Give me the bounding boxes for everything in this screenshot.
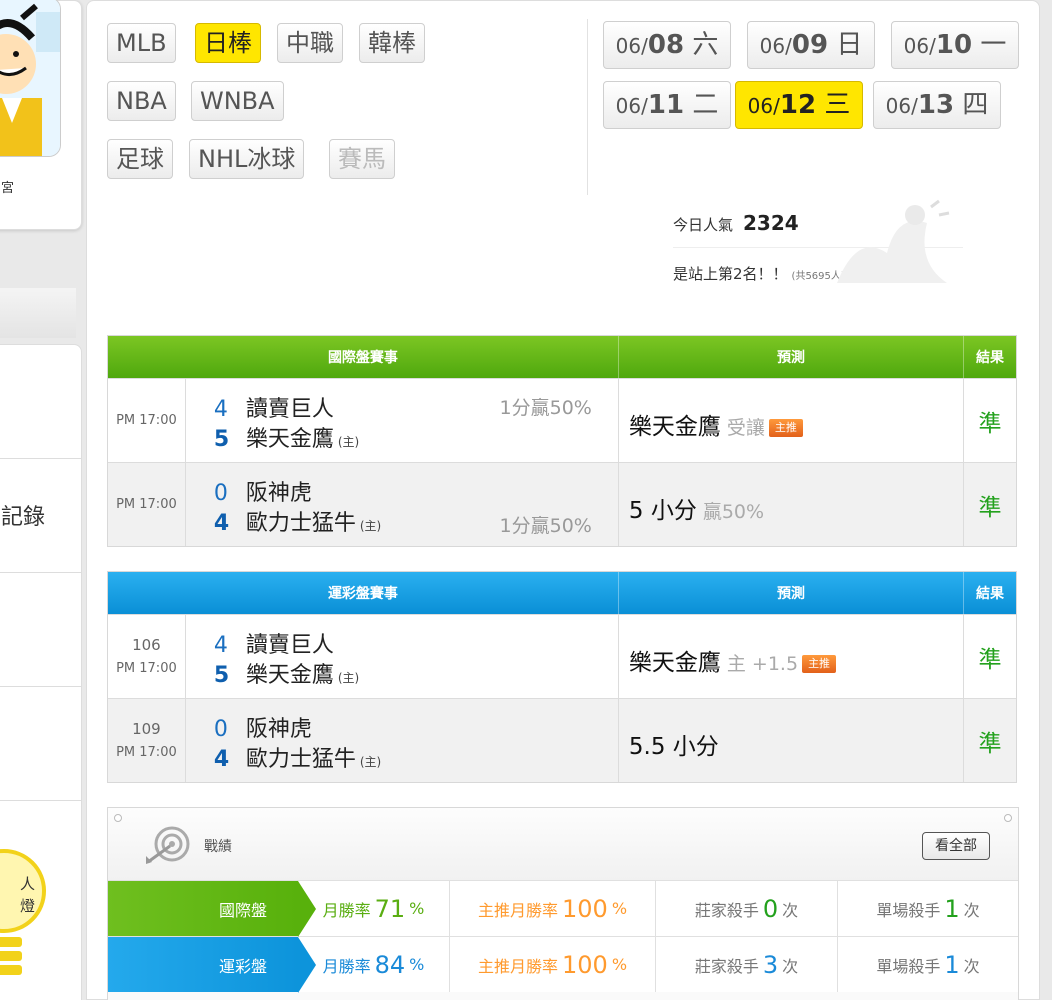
record-row-intl: 國際盤 月勝率 71% 主推月勝率 100% 莊家殺手 0 次 單場殺手 1 次: [108, 880, 1018, 937]
decor-figure-icon: [837, 199, 950, 283]
match-time: 109 PM 17:00: [108, 699, 186, 782]
intl-table-header: 國際盤賽事 預測 結果: [108, 336, 1016, 378]
record-label: 運彩盤: [108, 937, 316, 993]
top-pick-badge: 主推: [802, 655, 837, 673]
top-pick-win-rate: 主推月勝率 100%: [450, 881, 656, 936]
single-killer: 單場殺手 1 次: [876, 950, 980, 979]
monthly-win-rate: 月勝率 71%: [298, 881, 450, 936]
prediction: 5 小分 贏50%: [619, 463, 965, 546]
avatar-caption: 宮: [1, 181, 15, 196]
result: 準: [978, 494, 1002, 521]
left-sidebar: 宮 記錄 人 燈: [0, 0, 86, 1000]
table-row[interactable]: 106 PM 17:00 4 讀賣巨人 5 樂天金鷹 (主) 樂天金鷹主 +1.5 主推 …: [108, 614, 1016, 698]
result: 準: [978, 646, 1002, 673]
target-icon: [146, 826, 190, 864]
left-menu-item-record[interactable]: 記錄: [0, 459, 81, 573]
bulb-text-2: 燈: [20, 897, 35, 915]
table-row[interactable]: PM 17:00 4 讀賣巨人 5 樂天金鷹 (主) 1分贏50% 樂天金鷹 受讓 主推 …: [108, 378, 1016, 462]
user-avatar[interactable]: [0, 0, 61, 157]
tab-npb[interactable]: 日棒: [195, 23, 261, 63]
table-row[interactable]: PM 17:00 0 阪神虎 4 歐力士猛牛 (主) 1分贏50% 5 小分 贏50% …: [108, 462, 1016, 546]
tab-horse-racing: 賽馬: [329, 139, 395, 179]
popularity-rank: 是站上第2名！！ (共5695人): [673, 265, 845, 283]
match-time: PM 17:00: [108, 379, 186, 462]
bookie-killer: 莊家殺手 3 次: [656, 937, 838, 992]
intl-odds-table: 國際盤賽事 預測 結果 PM 17:00 4 讀賣巨人 5 樂天金鷹 (主) 1分贏5…: [107, 335, 1017, 547]
match-teams: 0 阪神虎 4 歐力士猛牛 (主): [186, 699, 619, 782]
match-time: PM 17:00: [108, 463, 186, 546]
prediction: 樂天金鷹 受讓 主推: [619, 379, 965, 462]
tab-wnba[interactable]: WNBA: [191, 81, 284, 121]
prediction: 樂天金鷹主 +1.5 主推: [619, 615, 965, 698]
record-header: 戰績 看全部: [108, 808, 1018, 880]
left-divider-band: [0, 288, 76, 338]
date-0610[interactable]: 06/10 一: [891, 21, 1019, 69]
lottery-odds-table: 運彩盤賽事 預測 結果 106 PM 17:00 4 讀賣巨人 5 樂天金鷹 (主) 樂…: [107, 571, 1017, 783]
corner-dot: [114, 814, 122, 822]
spread-result: 1分贏50%: [499, 515, 592, 537]
record-label: 國際盤: [108, 881, 316, 937]
record-title: 戰績: [204, 839, 232, 855]
popularity-count: 2324: [743, 211, 799, 235]
match-teams: 4 讀賣巨人 5 樂天金鷹 (主): [186, 615, 619, 698]
tab-kbo[interactable]: 韓棒: [359, 23, 425, 63]
bulb-text-1: 人: [20, 875, 35, 893]
tab-mlb[interactable]: MLB: [107, 23, 176, 63]
date-0608[interactable]: 06/08 六: [603, 21, 731, 69]
see-all-button[interactable]: 看全部: [922, 832, 990, 860]
tab-nhl[interactable]: NHL冰球: [189, 139, 305, 179]
table-row[interactable]: 109 PM 17:00 0 阪神虎 4 歐力士猛牛 (主) 5.5 小分 準: [108, 698, 1016, 782]
left-menu-item[interactable]: [0, 573, 81, 687]
main-panel: MLB 日棒 中職 韓棒 NBA WNBA 足球 NHL冰球 賽馬 06/08 …: [86, 0, 1040, 1000]
top-pick-win-rate: 主推月勝率 100%: [450, 937, 656, 992]
tab-nba[interactable]: NBA: [107, 81, 176, 121]
match-teams: 0 阪神虎 4 歐力士猛牛 (主) 1分贏50%: [186, 463, 619, 546]
monthly-win-rate: 月勝率 84%: [298, 937, 450, 992]
left-menu-item[interactable]: [0, 687, 81, 801]
tab-soccer[interactable]: 足球: [107, 139, 173, 179]
lightbulb-icon: 人 燈: [0, 849, 46, 975]
date-0611[interactable]: 06/11 二: [603, 81, 731, 129]
record-panel: 戰績 看全部 國際盤 月勝率 71% 主推月勝率 100% 莊家殺手 0 次 單場殺手 1…: [107, 807, 1019, 1000]
tab-cpbl[interactable]: 中職: [277, 23, 343, 63]
match-time: 106 PM 17:00: [108, 615, 186, 698]
date-0609[interactable]: 06/09 日: [747, 21, 875, 69]
header-divider: [587, 19, 588, 195]
result: 準: [978, 730, 1002, 757]
prediction: 5.5 小分: [619, 699, 965, 782]
single-killer: 單場殺手 1 次: [876, 894, 980, 923]
record-row-lottery: 運彩盤 月勝率 84% 主推月勝率 100% 莊家殺手 3 次 單場殺手 1 次: [108, 936, 1018, 993]
lottery-table-header: 運彩盤賽事 預測 結果: [108, 572, 1016, 614]
corner-dot: [1004, 814, 1012, 822]
result: 準: [978, 410, 1002, 437]
top-pick-badge: 主推: [768, 419, 803, 437]
left-menu-item[interactable]: [0, 345, 81, 459]
date-0613[interactable]: 06/13 四: [873, 81, 1001, 129]
avatar-cartoon-icon: [0, 0, 60, 156]
bookie-killer: 莊家殺手 0 次: [656, 881, 838, 936]
date-0612[interactable]: 06/12 三: [735, 81, 863, 129]
match-teams: 4 讀賣巨人 5 樂天金鷹 (主) 1分贏50%: [186, 379, 619, 462]
spread-result: 1分贏50%: [499, 397, 592, 419]
user-card: 宮: [0, 0, 82, 230]
popularity: 今日人氣 2324: [673, 211, 799, 235]
